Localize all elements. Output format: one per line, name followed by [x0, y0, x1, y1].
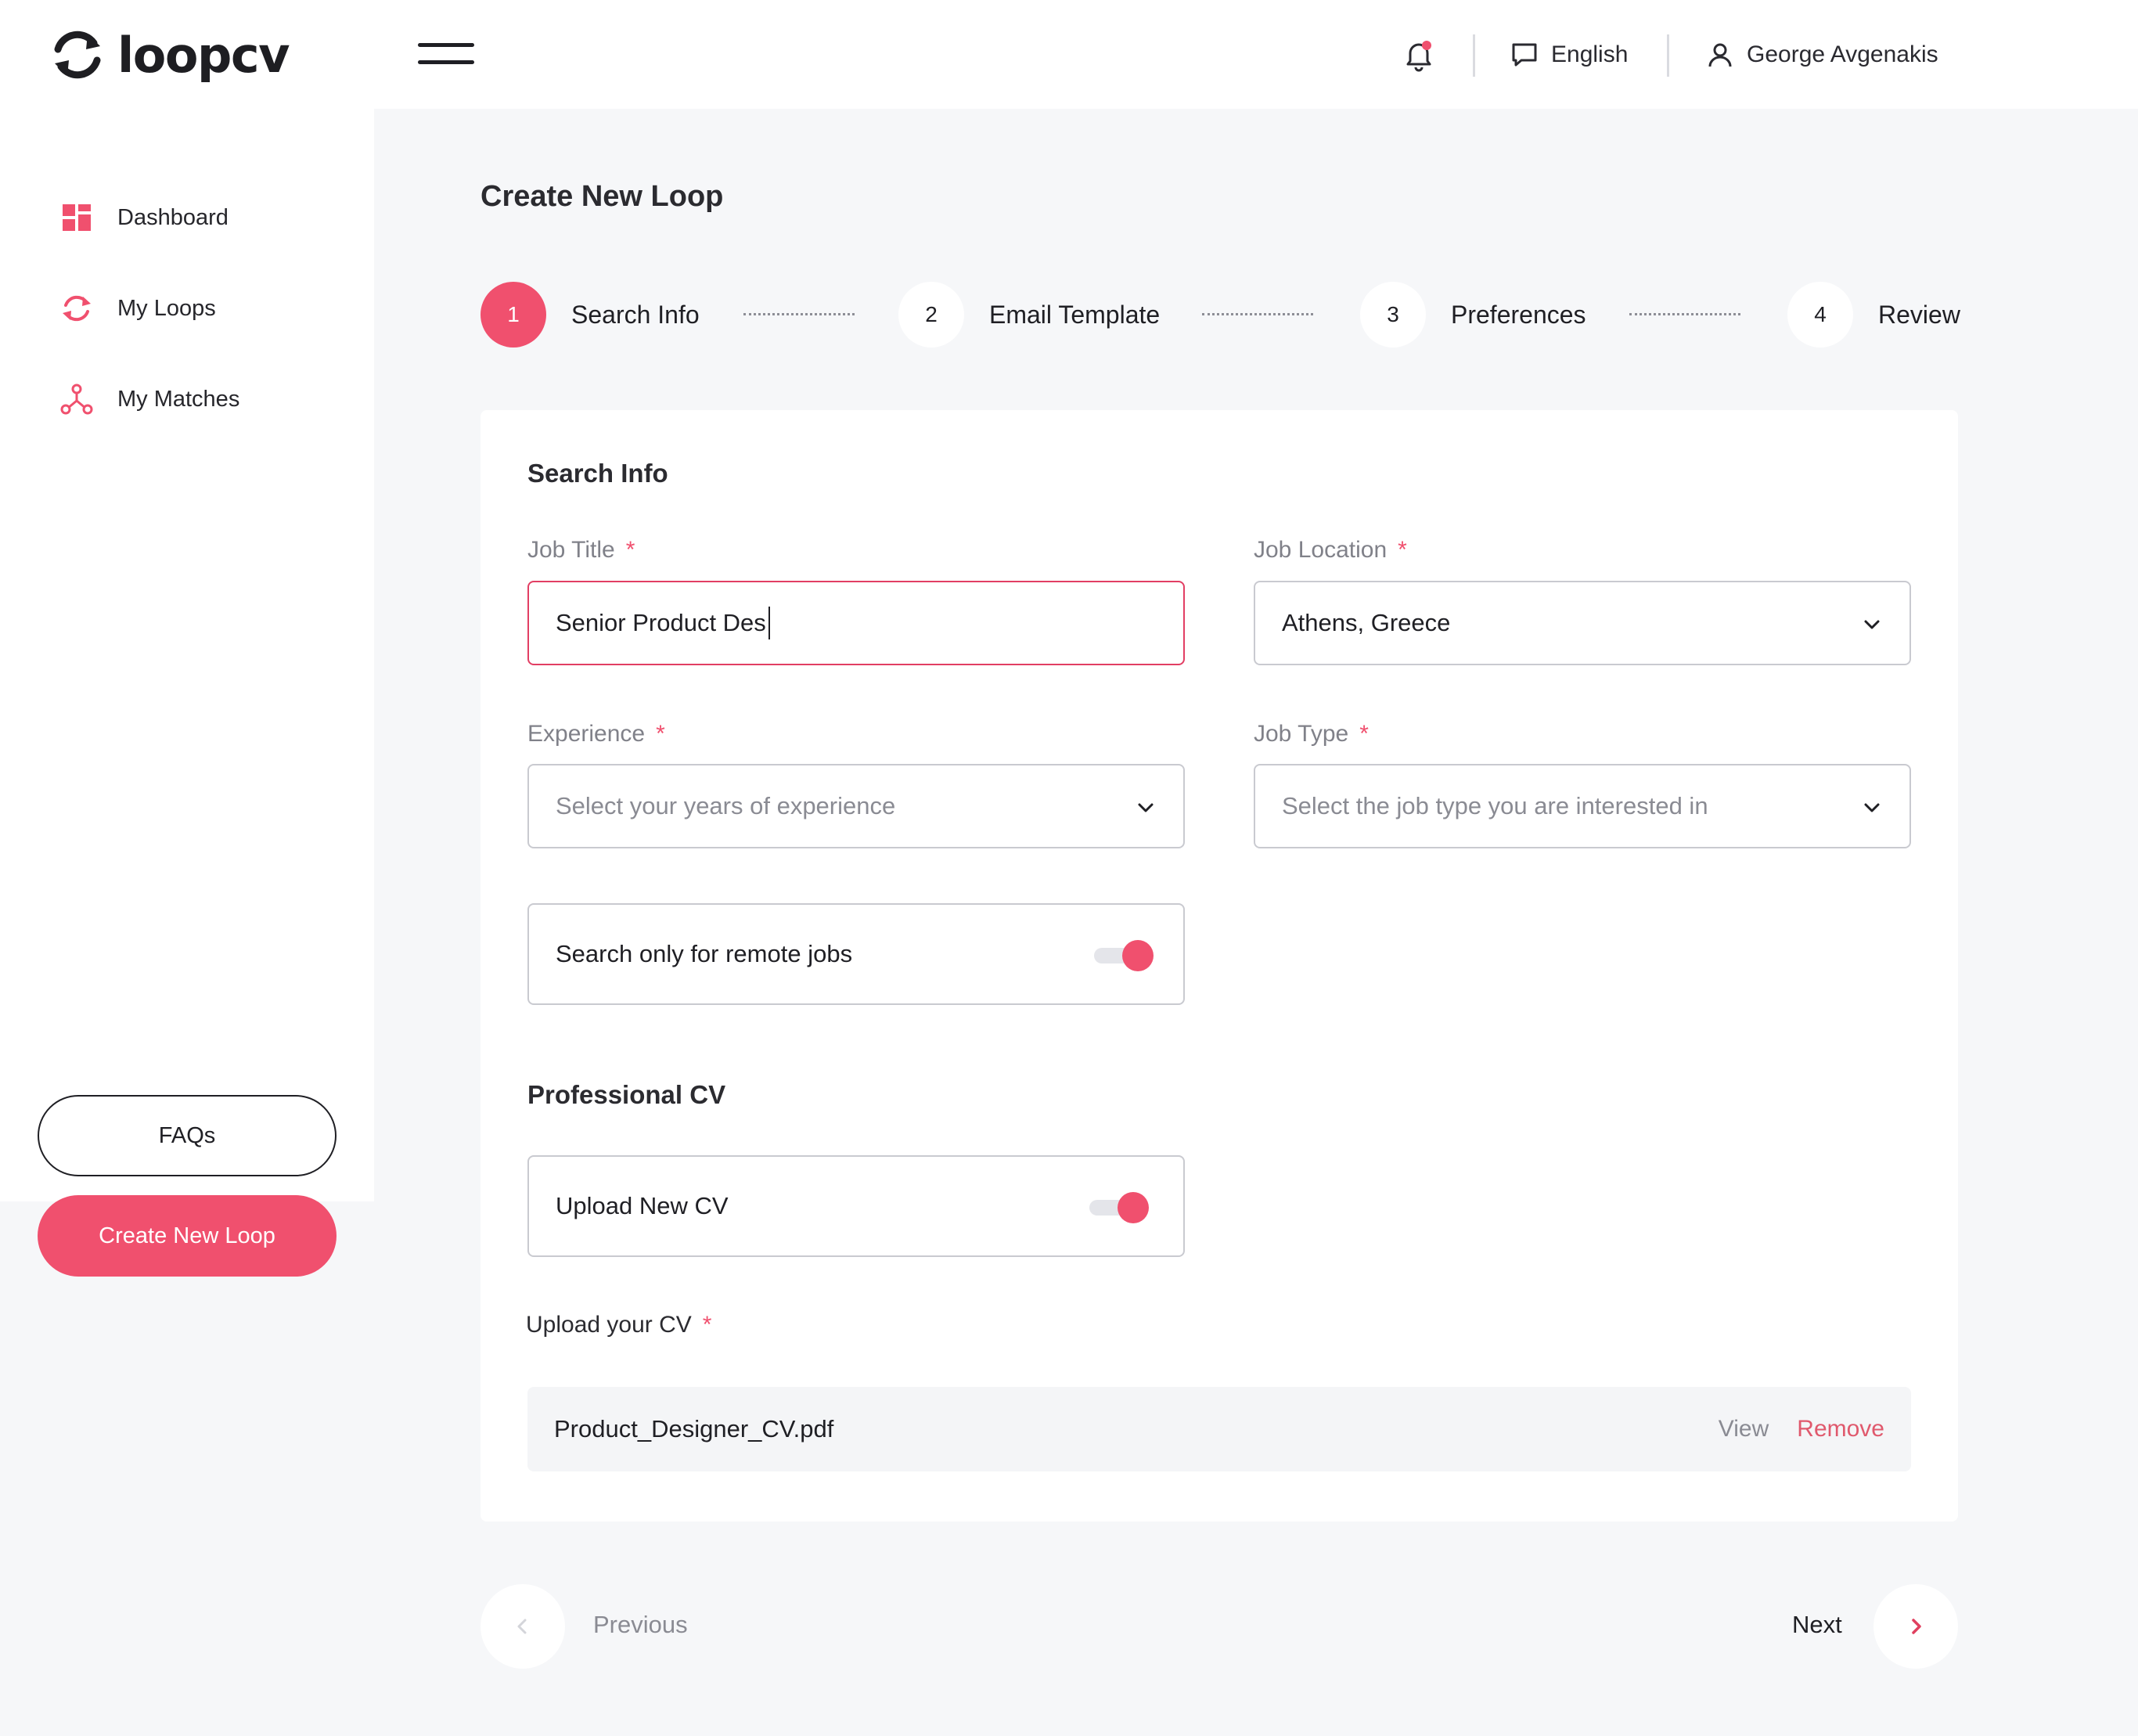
file-actions: View Remove	[1719, 1416, 1884, 1442]
language-selector[interactable]: English	[1510, 36, 1628, 74]
job-title-label-text: Job Title	[527, 537, 615, 563]
step-number: 1	[481, 282, 546, 348]
header-divider	[1473, 34, 1475, 77]
chevron-down-icon	[1864, 620, 1880, 629]
text-caret	[768, 607, 770, 639]
hamburger-line	[418, 43, 474, 47]
sidebar: Dashboard My Loops My Matches FAQs Creat…	[0, 109, 374, 1277]
job-title-input[interactable]: Senior Product Des	[527, 581, 1185, 665]
step-connector	[1202, 313, 1313, 315]
required-marker: *	[656, 721, 665, 747]
step-label: Review	[1878, 300, 1960, 329]
experience-label: Experience *	[527, 721, 665, 747]
step-label: Email Template	[989, 300, 1161, 329]
job-type-label: Job Type *	[1254, 721, 1369, 747]
form-card: Search Info Job Title * Senior Product De…	[481, 410, 1958, 1522]
header-divider	[1667, 34, 1669, 77]
sidebar-item-my-loops[interactable]: My Loops	[59, 289, 216, 328]
menu-toggle-button[interactable]	[418, 43, 474, 67]
file-name: Product_Designer_CV.pdf	[554, 1415, 834, 1442]
notification-bell-icon[interactable]	[1401, 38, 1437, 74]
chat-bubble-icon	[1512, 43, 1537, 67]
language-label: English	[1551, 41, 1629, 67]
sidebar-item-label: My Matches	[117, 386, 240, 412]
step-number: 3	[1360, 282, 1426, 348]
chevron-down-icon	[1138, 803, 1154, 812]
step-number: 2	[898, 282, 964, 348]
experience-label-text: Experience	[527, 721, 646, 747]
chevron-right-icon	[1912, 1619, 1921, 1634]
remove-file-link[interactable]: Remove	[1797, 1416, 1884, 1442]
page-title: Create New Loop	[481, 180, 724, 213]
top-bar: loopcv English George Avgenakis	[0, 0, 2138, 109]
upload-cv-label-text: Upload your CV	[526, 1312, 692, 1338]
matches-icon	[60, 384, 93, 415]
step-connector	[743, 313, 855, 315]
toggle-knob	[1122, 940, 1154, 971]
view-file-link[interactable]: View	[1719, 1416, 1769, 1442]
professional-cv-heading: Professional CV	[527, 1080, 726, 1109]
sidebar-item-label: Dashboard	[117, 204, 229, 230]
remote-jobs-option: Search only for remote jobs	[527, 903, 1185, 1005]
sidebar-item-label: My Loops	[117, 295, 216, 321]
faqs-button[interactable]: FAQs	[38, 1095, 337, 1176]
previous-button[interactable]	[481, 1584, 565, 1669]
remote-jobs-toggle[interactable]	[1094, 940, 1154, 971]
next-label[interactable]: Next	[1792, 1611, 1842, 1639]
job-location-label-text: Job Location	[1254, 537, 1388, 563]
uploaded-file-row: Product_Designer_CV.pdf View Remove	[527, 1387, 1911, 1471]
job-type-label-text: Job Type	[1254, 721, 1349, 747]
chevron-down-icon	[1864, 803, 1880, 812]
sidebar-item-dashboard[interactable]: Dashboard	[59, 198, 229, 237]
upload-new-cv-option: Upload New CV	[527, 1155, 1185, 1257]
user-name: George Avgenakis	[1747, 41, 1938, 67]
search-info-heading: Search Info	[527, 459, 668, 488]
step-email-template[interactable]: 2 Email Template	[898, 282, 1160, 348]
stepper: 1 Search Info 2 Email Template 3 Prefere…	[481, 282, 1960, 348]
brand-logo[interactable]: loopcv	[49, 23, 290, 86]
sidebar-item-my-matches[interactable]: My Matches	[59, 380, 239, 419]
upload-new-cv-toggle[interactable]	[1089, 1192, 1149, 1223]
job-type-select[interactable]: Select the job type you are interested i…	[1254, 764, 1911, 848]
dashboard-icon	[63, 204, 91, 231]
next-button[interactable]	[1873, 1584, 1958, 1669]
step-label: Preferences	[1451, 300, 1586, 329]
required-marker: *	[1359, 721, 1369, 747]
step-review[interactable]: 4 Review	[1787, 282, 1960, 348]
upload-cv-label: Upload your CV *	[526, 1312, 711, 1338]
required-marker: *	[702, 1312, 712, 1338]
job-location-label: Job Location *	[1254, 537, 1407, 564]
experience-select[interactable]: Select your years of experience	[527, 764, 1185, 848]
job-location-select[interactable]: Athens, Greece	[1254, 581, 1911, 665]
job-title-label: Job Title *	[527, 537, 635, 564]
user-icon	[1708, 43, 1732, 67]
create-new-loop-button[interactable]: Create New Loop	[38, 1195, 337, 1277]
step-preferences[interactable]: 3 Preferences	[1360, 282, 1586, 348]
user-menu[interactable]: George Avgenakis	[1706, 36, 1938, 74]
job-location-value: Athens, Greece	[1282, 609, 1451, 636]
job-type-placeholder: Select the job type you are interested i…	[1282, 792, 1708, 819]
loop-logo-icon	[54, 31, 101, 79]
chevron-left-icon	[517, 1619, 527, 1634]
experience-placeholder: Select your years of experience	[556, 792, 896, 819]
job-title-value: Senior Product Des	[556, 609, 766, 636]
hamburger-line	[418, 60, 474, 64]
step-number: 4	[1787, 282, 1853, 348]
step-search-info[interactable]: 1 Search Info	[481, 282, 700, 348]
step-label: Search Info	[571, 300, 700, 329]
toggle-knob	[1118, 1192, 1149, 1223]
upload-new-cv-label: Upload New CV	[556, 1192, 729, 1219]
remote-jobs-label: Search only for remote jobs	[556, 940, 853, 967]
loop-icon	[63, 295, 91, 322]
required-marker: *	[1398, 537, 1407, 563]
step-connector	[1629, 313, 1740, 315]
previous-label[interactable]: Previous	[593, 1611, 688, 1639]
required-marker: *	[625, 537, 635, 563]
brand-name: loopcv	[117, 26, 290, 84]
